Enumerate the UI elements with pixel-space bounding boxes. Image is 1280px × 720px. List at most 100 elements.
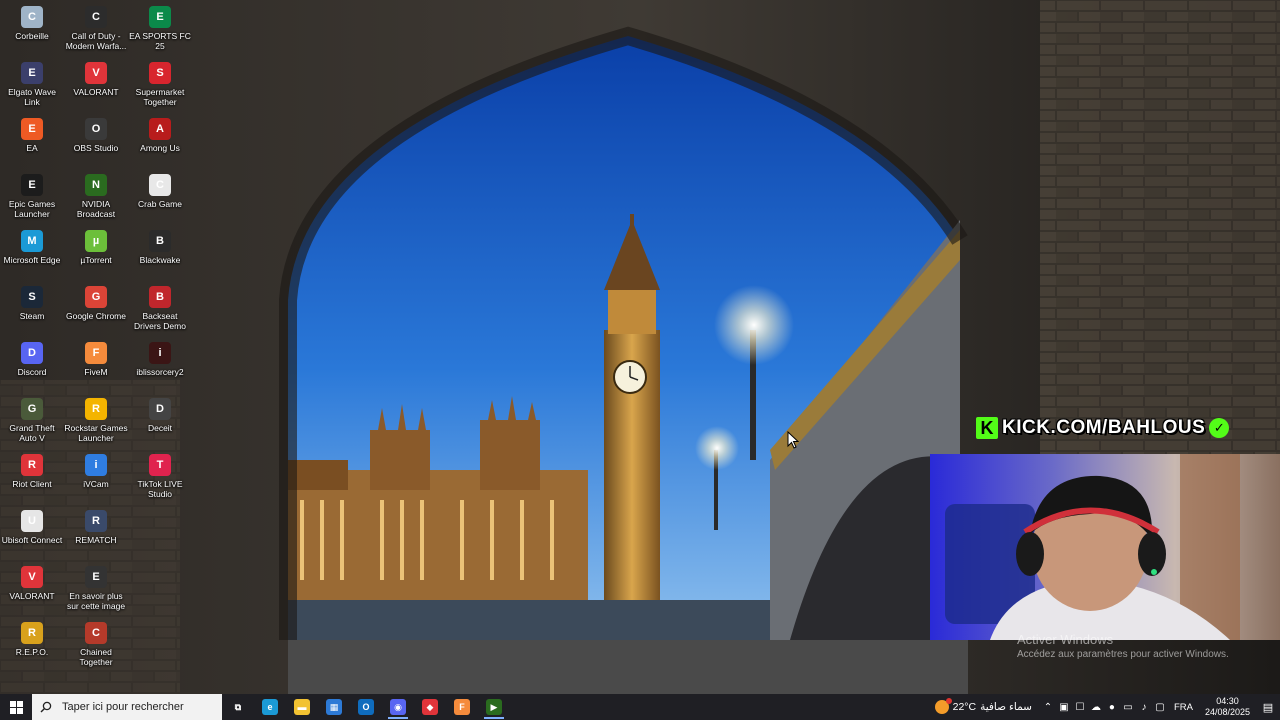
desktop-icon[interactable]: S Supermarket Together bbox=[128, 58, 192, 114]
desktop-icon[interactable]: G Google Chrome bbox=[64, 282, 128, 338]
desktop-icon[interactable]: M Microsoft Edge bbox=[0, 226, 64, 282]
desktop-icon[interactable]: C Chained Together bbox=[64, 618, 128, 674]
desktop-icon[interactable]: E Elgato Wave Link bbox=[0, 58, 64, 114]
google-chrome-icon: G bbox=[85, 286, 107, 308]
utorrent-icon: µ bbox=[85, 230, 107, 252]
clock-date: 24/08/2025 bbox=[1204, 707, 1250, 717]
desktop-icon-label: iblissorcery2 bbox=[136, 367, 184, 377]
desktop-icon[interactable]: C Crab Game bbox=[128, 170, 192, 226]
desktop-icon[interactable]: E En savoir plus sur cette image bbox=[64, 562, 128, 618]
deceit-icon: D bbox=[149, 398, 171, 420]
ivcam-icon: i bbox=[85, 454, 107, 476]
tray-app-icon[interactable]: ▣ bbox=[1056, 702, 1072, 713]
taskbar-app-task-view[interactable]: ⧉ bbox=[222, 694, 254, 720]
desktop-icon-label: Backseat Drivers Demo bbox=[134, 311, 186, 331]
desktop-icon-label: Chained Together bbox=[79, 647, 113, 667]
weather-widget[interactable]: 22°C سماء صافية bbox=[927, 698, 1040, 714]
desktop-icon[interactable]: C Corbeille bbox=[0, 2, 64, 58]
desktop-icon[interactable]: A Among Us bbox=[128, 114, 192, 170]
system-tray: 22°C سماء صافية ⌃ ▣ ☐ ☁ ● ▭ ♪ ▢ FRA 04:3… bbox=[927, 694, 1280, 720]
desktop-icon-label: EA SPORTS FC 25 bbox=[129, 31, 191, 51]
chevron-up-icon[interactable]: ⌃ bbox=[1040, 702, 1056, 713]
taskbar-search-box[interactable] bbox=[32, 694, 222, 720]
taskbar-app-riot-client[interactable]: ◆ bbox=[414, 694, 446, 720]
taskbar-app-outlook[interactable]: O bbox=[350, 694, 382, 720]
desktop-icon[interactable]: G Grand Theft Auto V bbox=[0, 394, 64, 450]
watermark-title: Activer Windows bbox=[1017, 632, 1114, 647]
taskbar-app-microsoft-store[interactable]: ▦ bbox=[318, 694, 350, 720]
start-button[interactable] bbox=[0, 694, 32, 720]
desktop-icon[interactable]: V VALORANT bbox=[0, 562, 64, 618]
taskbar-pinned-apps: ⧉ e ▬ ▦ O ◉ ◆ F ▶ bbox=[222, 694, 510, 720]
desktop-icon[interactable]: N NVIDIA Broadcast bbox=[64, 170, 128, 226]
taskbar-app-file-explorer[interactable]: ▬ bbox=[286, 694, 318, 720]
desktop-icon[interactable]: R Rockstar Games Launcher bbox=[64, 394, 128, 450]
desktop-icon[interactable]: µ µTorrent bbox=[64, 226, 128, 282]
folder-icon: ▬ bbox=[294, 699, 310, 715]
discord-icon: D bbox=[21, 342, 43, 364]
notification-center-icon[interactable]: ▤ bbox=[1256, 701, 1280, 714]
desktop-icon-label: Supermarket Together bbox=[135, 87, 185, 107]
desktop-icon[interactable]: B Blackwake bbox=[128, 226, 192, 282]
desktop-icon[interactable]: i iblissorcery2 bbox=[128, 338, 192, 394]
tiktok-live-icon: T bbox=[149, 454, 171, 476]
input-language[interactable]: FRA bbox=[1168, 702, 1199, 713]
call-of-duty-icon: C bbox=[85, 6, 107, 28]
desktop-icon[interactable]: B Backseat Drivers Demo bbox=[128, 282, 192, 338]
windows-logo-icon bbox=[9, 700, 23, 714]
meet-now-icon[interactable]: ☐ bbox=[1072, 702, 1088, 713]
volume-icon[interactable]: ♪ bbox=[1136, 702, 1152, 713]
taskbar: ⧉ e ▬ ▦ O ◉ ◆ F ▶ 22°C سماء صافية ⌃ ▣ ☐ ☁ ● ▭ ♪ … bbox=[0, 694, 1280, 720]
search-input[interactable] bbox=[60, 700, 214, 714]
desktop-icon[interactable]: i iVCam bbox=[64, 450, 128, 506]
desktop-icon-label: VALORANT bbox=[9, 591, 55, 601]
mouse-cursor-icon bbox=[787, 430, 800, 454]
desktop-icon-label: Crab Game bbox=[138, 199, 182, 209]
desktop-icon[interactable]: R Riot Client bbox=[0, 450, 64, 506]
desktop-icon[interactable]: E Epic Games Launcher bbox=[0, 170, 64, 226]
network-icon[interactable]: ▭ bbox=[1120, 702, 1136, 713]
elgato-wave-link-icon: E bbox=[21, 62, 43, 84]
desktop-icon[interactable]: E EA SPORTS FC 25 bbox=[128, 2, 192, 58]
desktop-icon[interactable]: T TikTok LIVE Studio bbox=[128, 450, 192, 506]
desktop-icon-label: FiveM bbox=[84, 367, 108, 377]
epic-games-icon: E bbox=[21, 174, 43, 196]
desktop-icon[interactable]: R REMATCH bbox=[64, 506, 128, 562]
iblissorcery-icon: i bbox=[149, 342, 171, 364]
kick-channel-url: KICK.COM/BAHLOUS bbox=[1002, 417, 1206, 438]
clock[interactable]: 04:30 24/08/2025 bbox=[1199, 696, 1256, 718]
weather-sun-icon bbox=[934, 698, 952, 714]
desktop-icon[interactable]: C Call of Duty - Modern Warfa... bbox=[64, 2, 128, 58]
onedrive-icon[interactable]: ☁ bbox=[1088, 702, 1104, 713]
obs-studio-icon: O bbox=[85, 118, 107, 140]
display-icon[interactable]: ▢ bbox=[1152, 702, 1168, 713]
desktop-icon-label: Ubisoft Connect bbox=[1, 535, 63, 545]
desktop-icon[interactable]: S Steam bbox=[0, 282, 64, 338]
desktop-icon[interactable]: F FiveM bbox=[64, 338, 128, 394]
desktop-icon-label: Among Us bbox=[140, 143, 180, 153]
nvidia-broadcast-icon: N bbox=[85, 174, 107, 196]
chained-together-icon: C bbox=[85, 622, 107, 644]
desktop-icon-label: REMATCH bbox=[75, 535, 117, 545]
desktop-icon-label: Deceit bbox=[147, 423, 173, 433]
taskbar-app-nvidia-broadcast[interactable]: ▶ bbox=[478, 694, 510, 720]
desktop-icon[interactable]: O OBS Studio bbox=[64, 114, 128, 170]
valorant-icon: V bbox=[85, 62, 107, 84]
rematch-icon: R bbox=[85, 510, 107, 532]
desktop-icon-grid: C Corbeille C Call of Duty - Modern Warfa..… bbox=[0, 0, 192, 694]
desktop-icon[interactable]: D Deceit bbox=[128, 394, 192, 450]
taskbar-app-edge[interactable]: e bbox=[254, 694, 286, 720]
taskbar-app-discord[interactable]: ◉ bbox=[382, 694, 414, 720]
taskbar-app-fivem[interactable]: F bbox=[446, 694, 478, 720]
desktop-icon[interactable]: D Discord bbox=[0, 338, 64, 394]
task-view-icon: ⧉ bbox=[234, 702, 242, 712]
microphone-icon[interactable]: ● bbox=[1104, 702, 1120, 713]
backseat-drivers-icon: B bbox=[149, 286, 171, 308]
desktop-icon[interactable]: U Ubisoft Connect bbox=[0, 506, 64, 562]
desktop-icon-label: Grand Theft Auto V bbox=[9, 423, 55, 443]
desktop-icon[interactable]: E EA bbox=[0, 114, 64, 170]
ea-icon: E bbox=[21, 118, 43, 140]
desktop-icon-label: Riot Client bbox=[12, 479, 52, 489]
desktop-icon[interactable]: R R.E.P.O. bbox=[0, 618, 64, 674]
desktop-icon[interactable]: V VALORANT bbox=[64, 58, 128, 114]
